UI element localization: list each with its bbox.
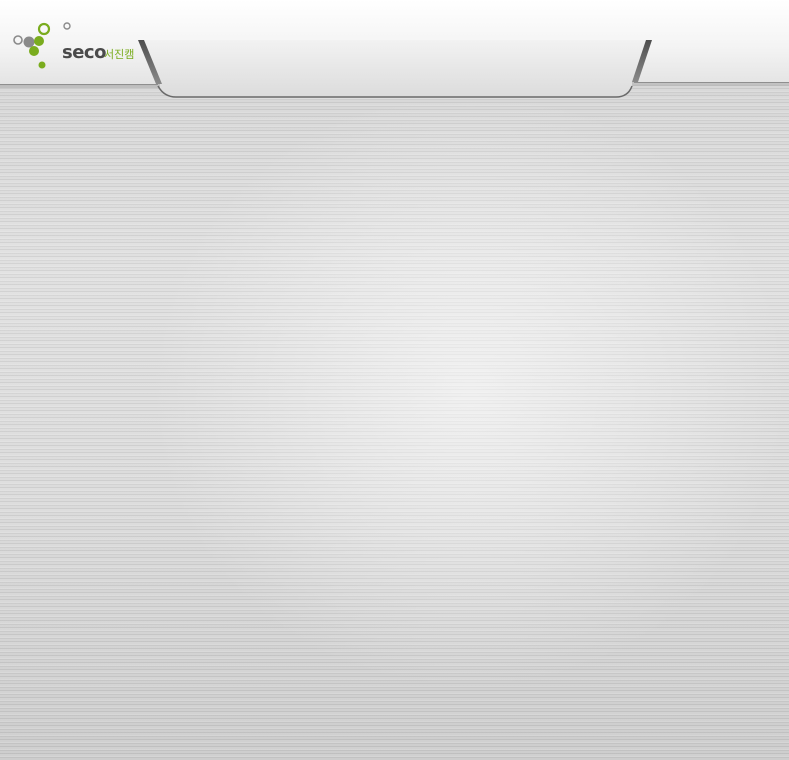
seco-logo[interactable]: seco 서진캠 [10, 20, 140, 72]
brushed-metal-background: seco 서진캠 [0, 0, 789, 760]
logo-wordmark: seco [62, 42, 106, 63]
logo-subtitle: 서진캠 [104, 48, 135, 61]
